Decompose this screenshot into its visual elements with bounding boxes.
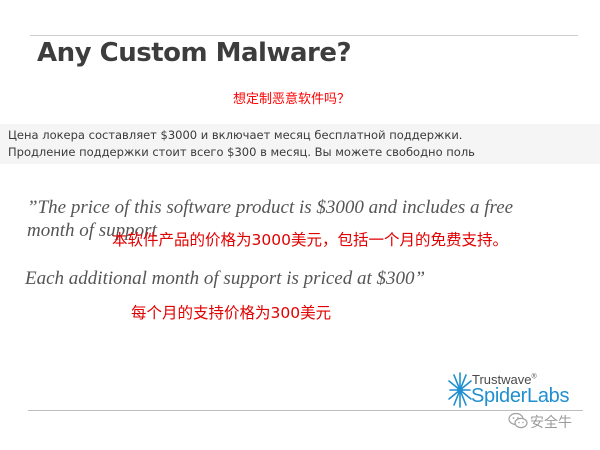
quote-line-3: Each additional month of support is pric…: [25, 268, 426, 289]
watermark-text: 安全牛: [530, 415, 572, 431]
russian-screenshot-excerpt: Цена локера составляет $3000 и включает …: [0, 124, 600, 164]
chinese-translation-2: 每个月的支持价格为300美元: [131, 304, 332, 322]
chinese-translation-1: 本软件产品的价格为3000美元，包括一个月的免费支持。: [112, 231, 508, 249]
slide: Any Custom Malware? 想定制恶意软件吗？ Цена локер…: [0, 0, 600, 450]
spider-starburst-icon: [448, 372, 472, 408]
wechat-icon: [508, 412, 528, 429]
footer-divider: [28, 410, 583, 411]
russian-line-2: Продление поддержки стоит всего $300 в м…: [8, 145, 475, 159]
trustwave-spiderlabs-logo: Trustwave® SpiderLabs: [447, 369, 587, 411]
logo-spiderlabs-text: SpiderLabs: [471, 385, 570, 407]
registered-mark: ®: [531, 373, 537, 381]
quote-line-1: ”The price of this software product is $…: [27, 197, 514, 218]
russian-line-1: Цена локера составляет $3000 и включает …: [8, 128, 463, 142]
slide-title-chinese: 想定制恶意软件吗？: [233, 92, 351, 107]
title-divider: [30, 35, 578, 36]
slide-title: Any Custom Malware?: [37, 38, 352, 68]
